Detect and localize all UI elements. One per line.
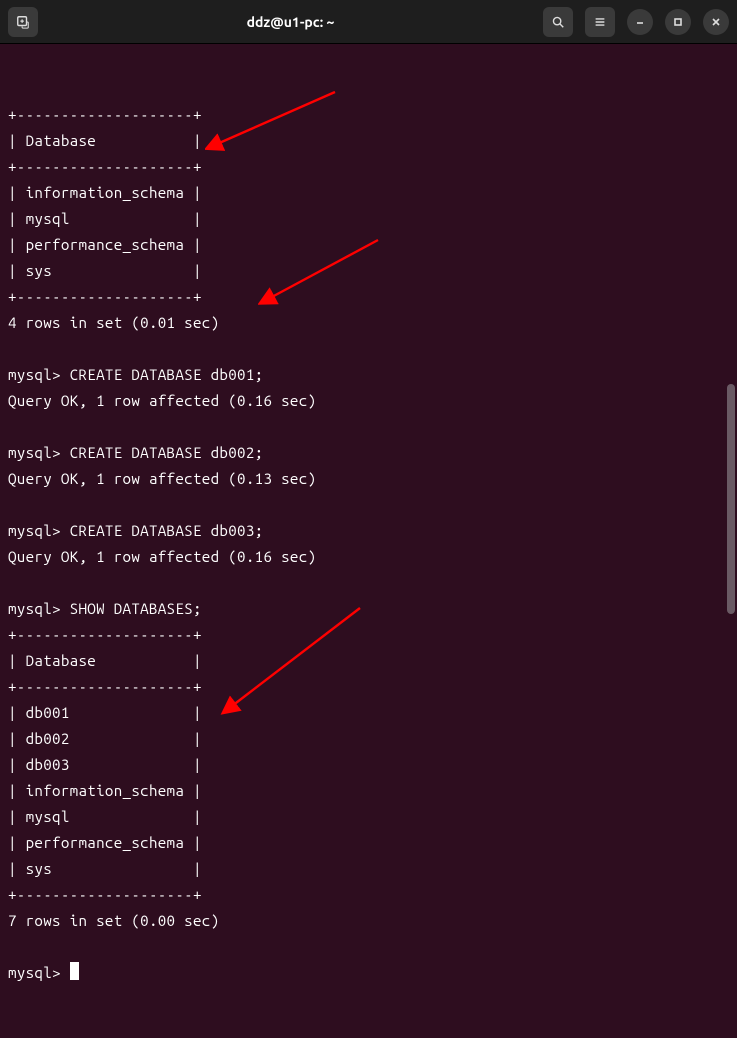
hamburger-menu-button[interactable]: [585, 7, 615, 37]
close-button[interactable]: [703, 9, 729, 35]
terminal-output[interactable]: +--------------------+ | Database | +---…: [0, 44, 737, 910]
terminal-text: +--------------------+ | Database | +---…: [8, 102, 729, 986]
terminal-cursor: [70, 962, 79, 980]
new-tab-button[interactable]: [8, 7, 38, 37]
search-button[interactable]: [543, 7, 573, 37]
window-titlebar: ddz@u1-pc: ~: [0, 0, 737, 44]
maximize-button[interactable]: [665, 9, 691, 35]
titlebar-left: [8, 7, 38, 37]
titlebar-right: [543, 7, 729, 37]
scrollbar-thumb[interactable]: [727, 384, 735, 614]
minimize-button[interactable]: [627, 9, 653, 35]
window-title: ddz@u1-pc: ~: [46, 14, 535, 30]
